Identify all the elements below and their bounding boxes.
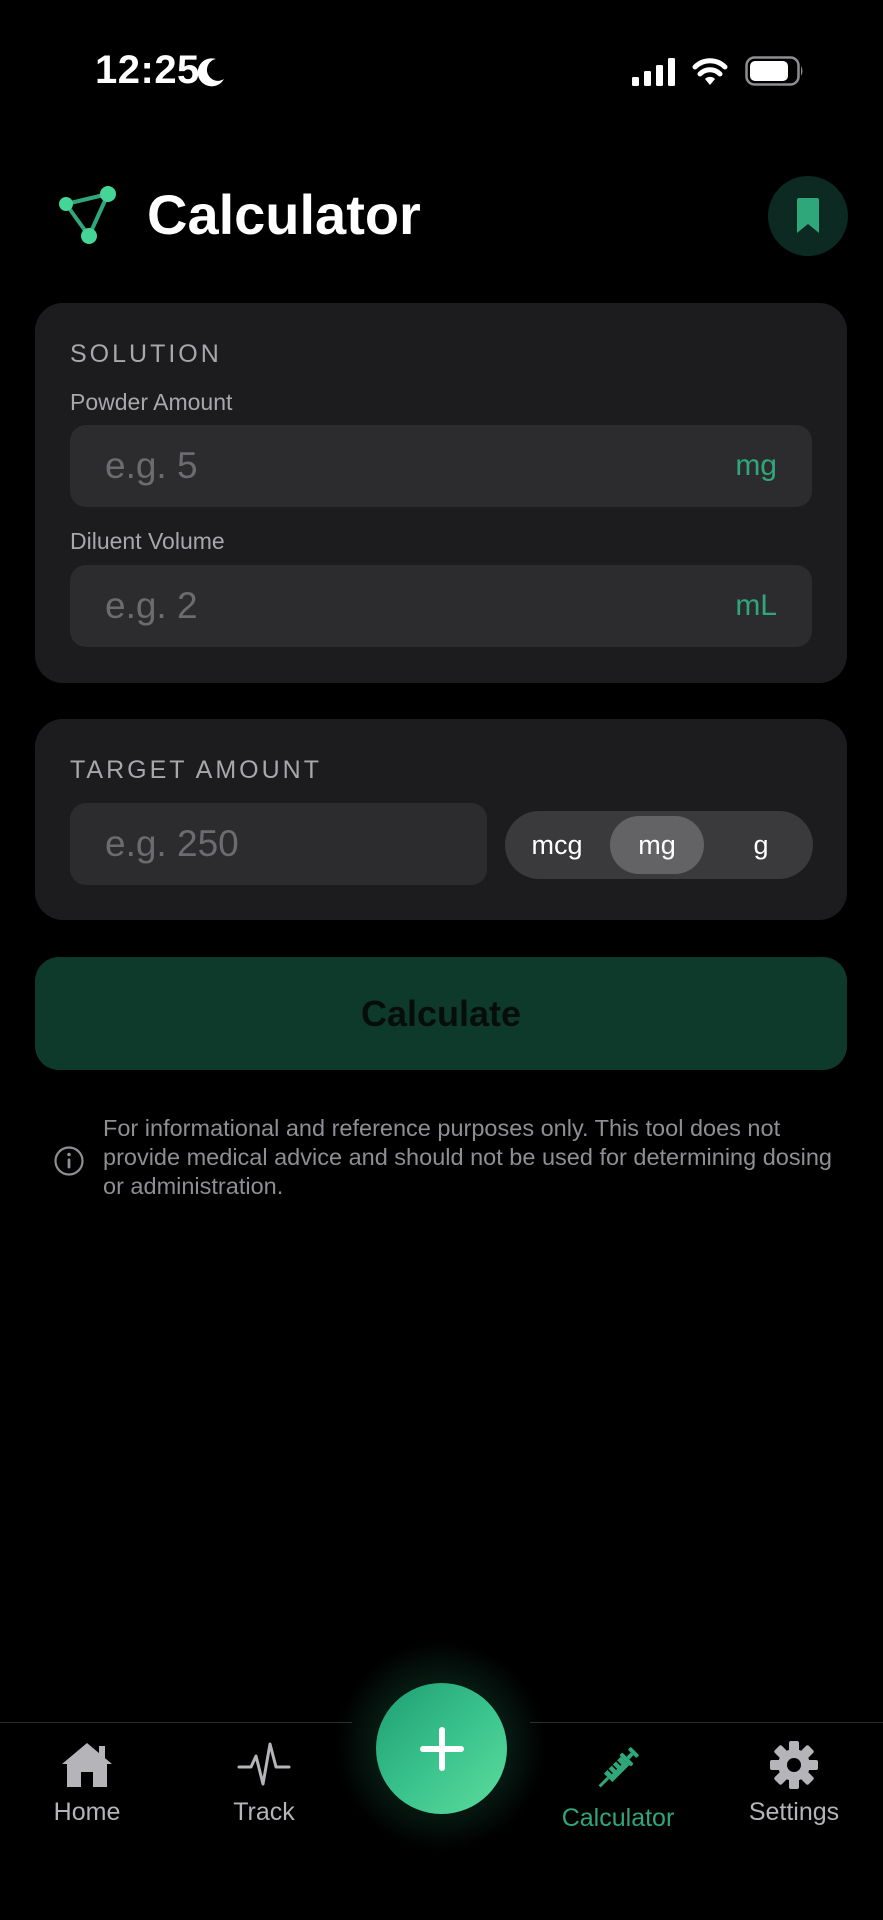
tab-settings[interactable]: Settings [719, 1740, 869, 1850]
info-icon [54, 1146, 84, 1176]
powder-amount-input[interactable] [105, 425, 665, 507]
tab-track[interactable]: Track [189, 1740, 339, 1850]
diluent-volume-field[interactable]: mL [70, 565, 812, 647]
tab-label-settings: Settings [748, 1798, 840, 1826]
gear-icon [770, 1741, 818, 1789]
target-amount-field[interactable] [70, 803, 487, 885]
bookmark-button[interactable] [768, 176, 848, 256]
status-bar: 12:25 [0, 0, 883, 110]
disclaimer-text: For informational and reference purposes… [103, 1115, 832, 1199]
diluent-volume-input[interactable] [105, 565, 665, 647]
solution-card: SOLUTION Powder Amount mg Diluent Volume… [35, 303, 847, 683]
syringe-icon [598, 1747, 639, 1788]
tab-calculator[interactable]: Calculator [543, 1740, 693, 1850]
unit-segmented-control: mcg mg g [505, 811, 813, 879]
diluent-unit: mL [735, 589, 777, 622]
section-title-target: TARGET AMOUNT [70, 756, 322, 784]
plus-icon [419, 1726, 464, 1771]
tab-bar-divider [530, 1722, 883, 1723]
tab-label-calculator: Calculator [561, 1804, 675, 1832]
tab-home[interactable]: Home [12, 1740, 162, 1850]
target-amount-input[interactable] [105, 803, 465, 885]
status-time: 12:25 [95, 48, 200, 92]
section-title-solution: SOLUTION [70, 340, 222, 368]
wifi-icon [692, 58, 728, 85]
tab-bar-divider [0, 1722, 352, 1723]
moon-icon [197, 58, 224, 87]
tab-label-home: Home [53, 1798, 121, 1826]
molecule-logo-icon [59, 186, 116, 244]
bookmark-icon [797, 198, 819, 233]
powder-amount-field[interactable]: mg [70, 425, 812, 507]
unit-option-g[interactable]: g [714, 816, 808, 874]
target-amount-card: TARGET AMOUNT mcg mg g [35, 719, 847, 920]
pulse-icon [237, 1742, 291, 1786]
powder-unit: mg [735, 449, 777, 482]
powder-amount-label: Powder Amount [70, 389, 233, 415]
diluent-volume-label: Diluent Volume [70, 528, 225, 554]
unit-option-mcg[interactable]: mcg [510, 816, 604, 874]
page-title: Calculator [147, 183, 421, 246]
calculate-button[interactable]: Calculate [35, 957, 847, 1070]
tab-label-track: Track [233, 1798, 295, 1826]
unit-option-mg[interactable]: mg [610, 816, 704, 874]
battery-icon [745, 56, 803, 86]
add-button[interactable] [376, 1683, 507, 1814]
signal-icon [632, 58, 675, 86]
home-icon [62, 1743, 112, 1787]
